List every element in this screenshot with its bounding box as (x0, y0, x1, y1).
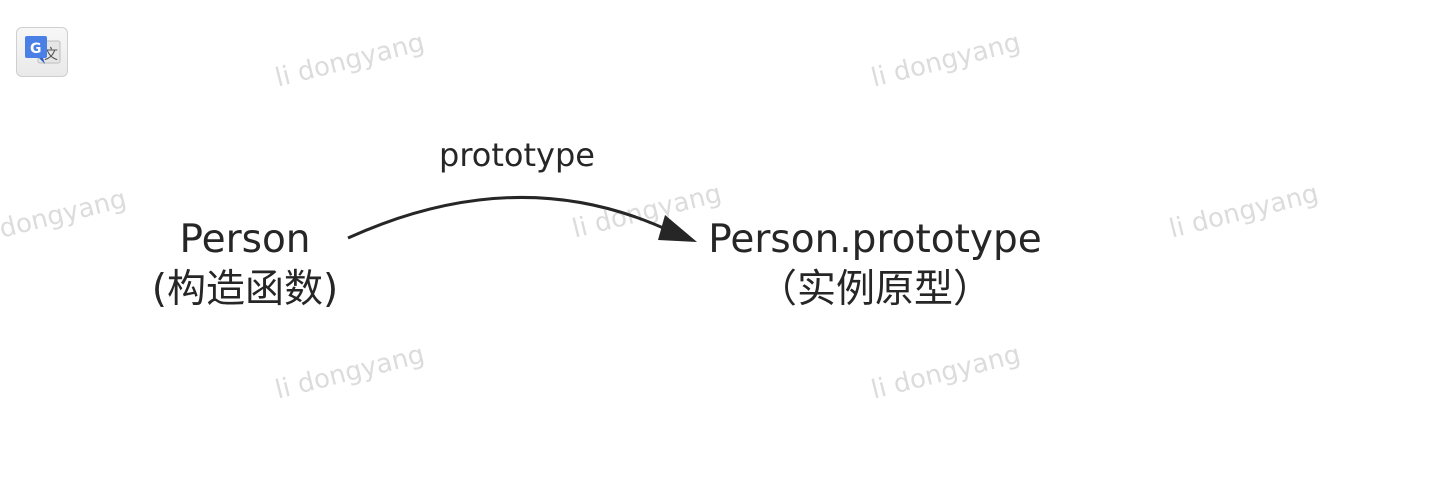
edge-arrow-prototype (347, 195, 673, 240)
node-person-prototype-role: （实例原型） (757, 267, 992, 312)
node-person: Person (构造函数) (130, 215, 360, 315)
node-person-prototype: Person.prototype （实例原型） (690, 215, 1060, 315)
node-person-name: Person (179, 217, 311, 262)
edge-label-prototype: prototype (439, 136, 595, 174)
node-person-role: (构造函数) (151, 267, 339, 312)
node-person-prototype-name: Person.prototype (708, 217, 1042, 262)
